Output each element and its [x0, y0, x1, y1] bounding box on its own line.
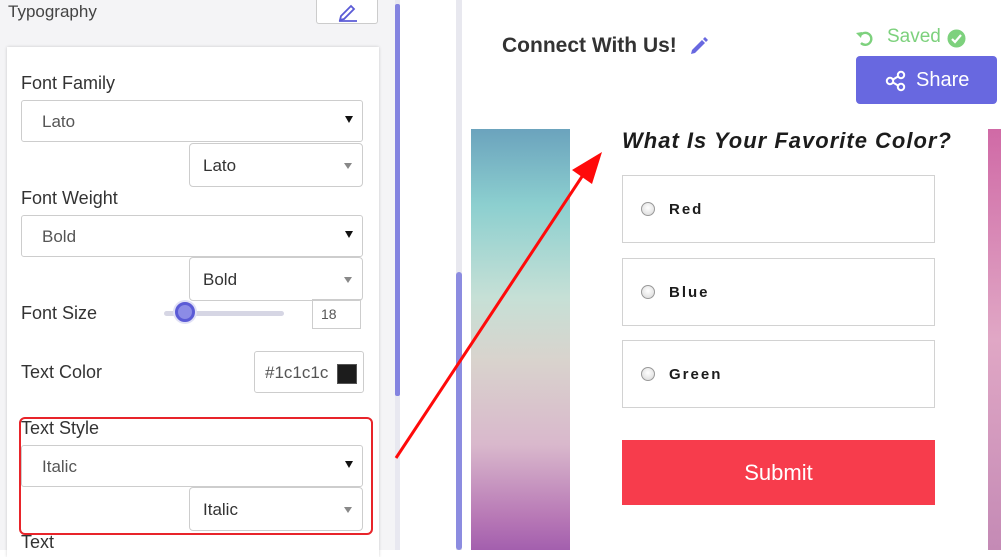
- preview-scroll-thumb[interactable]: [456, 272, 462, 550]
- font-weight-dropdown[interactable]: Bold: [189, 257, 363, 301]
- panel-scroll-thumb[interactable]: [395, 4, 400, 396]
- font-family-label: Font Family: [21, 73, 116, 93]
- option-label: Red: [669, 201, 704, 218]
- radio-button[interactable]: [641, 367, 655, 381]
- annotation-highlight-box: [19, 417, 373, 535]
- share-label: Share: [916, 69, 970, 91]
- pencil-icon: [338, 4, 357, 22]
- font-weight-dropdown-value: Bold: [203, 270, 238, 289]
- radio-button[interactable]: [641, 202, 655, 216]
- option-label: Green: [669, 366, 723, 383]
- font-family-value: Lato: [42, 112, 76, 131]
- text-color-label: Text Color: [21, 362, 103, 382]
- pencil-icon[interactable]: [688, 35, 710, 62]
- font-family-dropdown[interactable]: Lato: [189, 143, 363, 187]
- question-title: What Is Your Favorite Color?: [622, 128, 952, 153]
- option-green[interactable]: Green: [622, 340, 935, 408]
- font-family-select[interactable]: Lato: [21, 100, 363, 142]
- option-red[interactable]: Red: [622, 175, 935, 243]
- text-color-value: #1c1c1c: [265, 363, 329, 382]
- option-blue[interactable]: Blue: [622, 258, 935, 326]
- saved-label: Saved: [887, 26, 941, 47]
- undo-icon[interactable]: [855, 28, 875, 53]
- color-swatch[interactable]: [337, 364, 357, 384]
- font-size-label: Font Size: [21, 303, 98, 323]
- font-size-slider-thumb[interactable]: [175, 302, 195, 322]
- background-gradient-left: [471, 129, 570, 550]
- font-family-dropdown-value: Lato: [203, 156, 237, 175]
- caret-down-icon: [344, 277, 352, 283]
- caret-down-icon: [345, 116, 353, 123]
- edit-section-button[interactable]: [316, 0, 378, 24]
- check-circle-icon: [947, 29, 966, 53]
- section-title: Typography: [8, 2, 97, 21]
- background-gradient-right: [988, 129, 1001, 550]
- caret-down-icon: [345, 231, 353, 238]
- caret-down-icon: [344, 163, 352, 169]
- form-title: Connect With Us!: [502, 34, 677, 57]
- submit-button[interactable]: Submit: [622, 440, 935, 505]
- option-label: Blue: [669, 284, 710, 301]
- text-color-input[interactable]: #1c1c1c: [254, 351, 364, 393]
- font-weight-value: Bold: [42, 227, 77, 246]
- radio-button[interactable]: [641, 285, 655, 299]
- font-weight-label: Font Weight: [21, 188, 118, 208]
- share-icon: [885, 70, 907, 97]
- font-size-input[interactable]: 18: [312, 299, 361, 329]
- share-button[interactable]: Share: [856, 56, 997, 104]
- font-weight-select[interactable]: Bold: [21, 215, 363, 257]
